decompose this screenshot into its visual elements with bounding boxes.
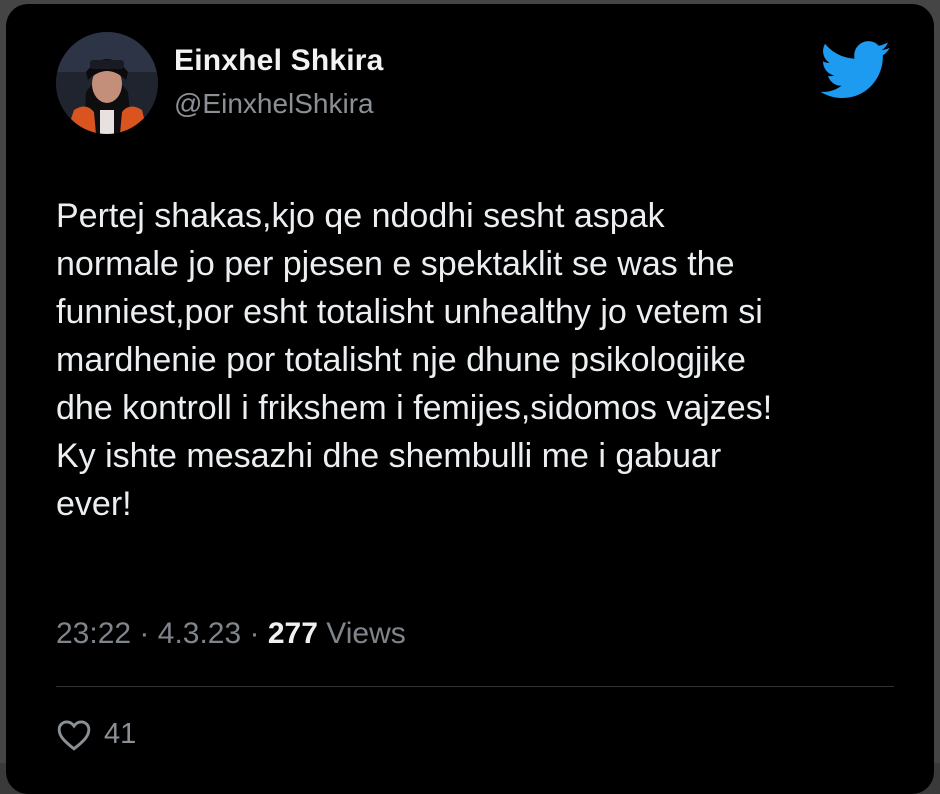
tweet-meta: 23:22 · 4.3.23 · 277 Views [56, 617, 406, 651]
tweet-card: Einxhel Shkira @EinxhelShkira Pertej sha… [6, 4, 934, 794]
avatar[interactable] [56, 32, 158, 134]
tweet-time[interactable]: 23:22 [56, 617, 131, 650]
twitter-bird-icon[interactable] [820, 40, 891, 100]
author-handle[interactable]: @EinxhelShkira [174, 88, 374, 120]
tweet-text: Pertej shakas,kjo qe ndodhi sesht aspak … [56, 197, 773, 523]
meta-separator: · [139, 617, 150, 650]
views-count: 277 [267, 617, 318, 650]
avatar-image [56, 32, 158, 134]
tweet-date[interactable]: 4.3.23 [158, 617, 241, 650]
heart-icon [56, 719, 92, 751]
screenshot-frame: Einxhel Shkira @EinxhelShkira Pertej sha… [0, 0, 940, 794]
like-count: 41 [104, 718, 137, 750]
author-name[interactable]: Einxhel Shkira [174, 44, 384, 78]
meta-separator: · [249, 617, 260, 650]
views-label: Views [326, 617, 406, 650]
like-button[interactable]: 41 [56, 718, 136, 751]
divider [56, 686, 894, 687]
